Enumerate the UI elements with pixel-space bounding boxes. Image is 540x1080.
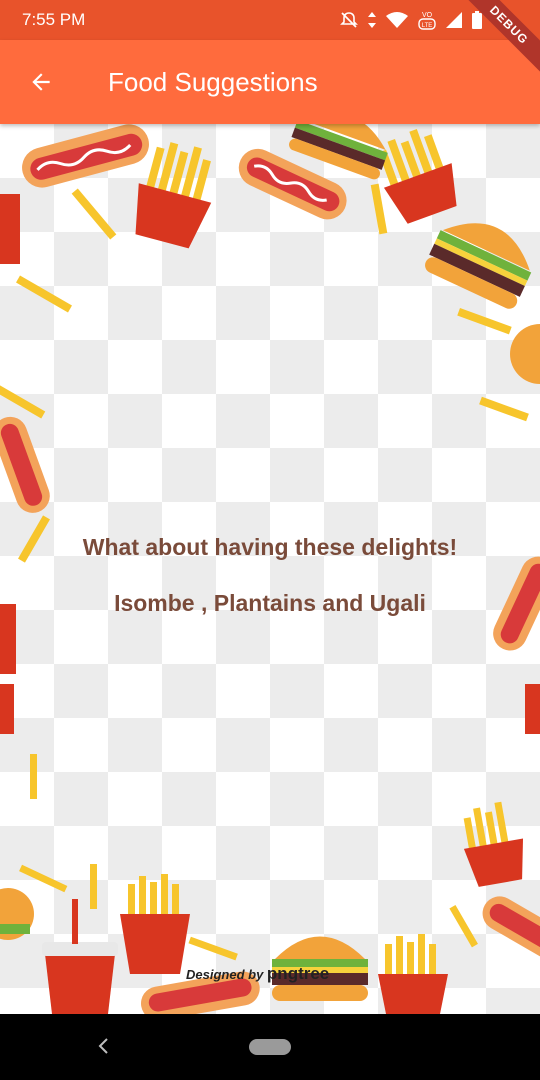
status-bar: 7:55 PM VO LTE	[0, 0, 540, 40]
page-title: Food Suggestions	[108, 66, 318, 97]
app-bar: Food Suggestions	[0, 40, 540, 124]
signal-icon	[446, 12, 462, 28]
home-pill[interactable]	[249, 1039, 291, 1055]
nav-back-icon[interactable]	[92, 1034, 116, 1058]
food-illustration-frame	[0, 124, 540, 1014]
system-nav-bar	[0, 1014, 540, 1080]
svg-text:LTE: LTE	[422, 23, 433, 29]
hotdog-icon	[482, 896, 540, 964]
back-button[interactable]	[0, 40, 82, 124]
fries-icon	[463, 801, 524, 887]
hotdog-icon	[22, 124, 149, 188]
volte-icon: VO LTE	[418, 12, 436, 30]
fries-icon	[120, 874, 190, 974]
wifi-icon	[386, 12, 408, 28]
fries-icon	[378, 934, 448, 1014]
mute-icon	[340, 12, 358, 28]
status-icons: VO LTE	[340, 10, 482, 30]
burger-icon	[425, 223, 532, 309]
suggestion-headline: What about having these delights!	[82, 534, 458, 560]
watermark-prefix: Designed by	[186, 967, 264, 982]
status-time: 7:55 PM	[22, 10, 86, 29]
pngtree-watermark: Designed by pngtree	[186, 964, 329, 984]
food-background: What about having these delights! Isombe…	[0, 124, 540, 1014]
arrow-back-icon	[32, 73, 50, 91]
suggested-foods: Isombe , Plantains and Ugali	[114, 590, 426, 616]
svg-text:VO: VO	[422, 12, 433, 19]
battery-icon	[472, 11, 482, 29]
hotdog-icon	[0, 416, 50, 513]
drink-cup-icon	[42, 899, 118, 1014]
data-arrows-icon	[368, 12, 376, 28]
watermark-brand: pngtree	[266, 964, 330, 983]
